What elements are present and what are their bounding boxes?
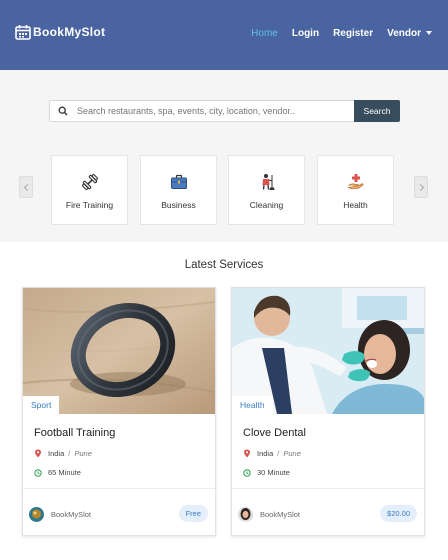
service-title[interactable]: Clove Dental (243, 427, 306, 439)
search-button[interactable]: Search (354, 100, 400, 122)
price-badge: Free (178, 505, 208, 522)
category-label: Business (161, 200, 196, 210)
location-separator: / (277, 449, 280, 458)
calendar-icon (15, 25, 31, 40)
location-pin-icon (35, 449, 41, 458)
vendor-name[interactable]: BookMySlot (260, 510, 300, 519)
location-separator: / (68, 449, 71, 458)
nav-register[interactable]: Register (333, 28, 373, 39)
brand-name: BookMySlot (33, 25, 106, 39)
service-location: India / Pune (243, 449, 301, 458)
clock-icon (243, 468, 251, 477)
category-badge[interactable]: Sport (23, 396, 60, 415)
category-badge[interactable]: Health (232, 396, 273, 415)
nav-home[interactable]: Home (251, 28, 278, 39)
nav-login[interactable]: Login (292, 28, 319, 39)
top-navbar: BookMySlot Home Login Register Vendor (0, 0, 448, 70)
dumbbell-icon (81, 173, 98, 191)
service-duration: 30 Minute (243, 468, 290, 477)
location-country: India (257, 449, 274, 458)
category-label: Cleaning (249, 200, 284, 210)
carousel-prev-button[interactable] (19, 176, 33, 198)
cleaner-icon (262, 174, 274, 190)
clock-icon (34, 468, 42, 477)
nav-vendor-dropdown[interactable]: Vendor (387, 28, 432, 39)
service-card-clove-dental[interactable]: Health Clove Dental India / Pune 30 Minu… (231, 287, 425, 536)
vendor-name[interactable]: BookMySlot (51, 510, 91, 519)
vendor-avatar (29, 507, 44, 522)
category-health[interactable]: Health (317, 155, 394, 225)
service-card-football-training[interactable]: Sport Football Training India / Pune 65 … (22, 287, 216, 536)
vendor-avatar (238, 507, 253, 522)
chevron-right-icon (416, 183, 424, 191)
nav-vendor-label: Vendor (387, 28, 421, 39)
service-location: India / Pune (34, 449, 92, 458)
price-badge: $20.00 (380, 505, 417, 522)
category-fire-training[interactable]: Fire Training (51, 155, 128, 225)
search-icon (58, 106, 68, 116)
search-input[interactable] (77, 106, 347, 116)
service-title[interactable]: Football Training (34, 427, 115, 439)
location-country: India (48, 449, 65, 458)
caret-down-icon (426, 31, 432, 36)
briefcase-icon (170, 174, 187, 189)
location-pin-icon (244, 449, 250, 458)
nav-menu: Home Login Register Vendor (237, 28, 432, 39)
category-business[interactable]: Business (140, 155, 217, 225)
category-label: Fire Training (65, 200, 114, 210)
duration-text: 30 Minute (257, 468, 290, 477)
search-section: Search Fire Training Business (0, 70, 448, 242)
location-city: Pune (283, 449, 301, 458)
category-label: Health (343, 200, 368, 210)
chevron-left-icon (23, 183, 31, 191)
card-footer: BookMySlot $20.00 (232, 488, 424, 536)
duration-text: 65 Minute (48, 468, 81, 477)
carousel-next-button[interactable] (414, 176, 428, 198)
brand-logo[interactable]: BookMySlot (15, 24, 105, 40)
card-footer: BookMySlot Free (23, 488, 215, 536)
category-cleaning[interactable]: Cleaning (228, 155, 305, 225)
health-hand-icon (346, 174, 364, 189)
service-duration: 65 Minute (34, 468, 81, 477)
search-bar (49, 100, 355, 122)
latest-services-heading: Latest Services (184, 259, 264, 271)
location-city: Pune (74, 449, 92, 458)
